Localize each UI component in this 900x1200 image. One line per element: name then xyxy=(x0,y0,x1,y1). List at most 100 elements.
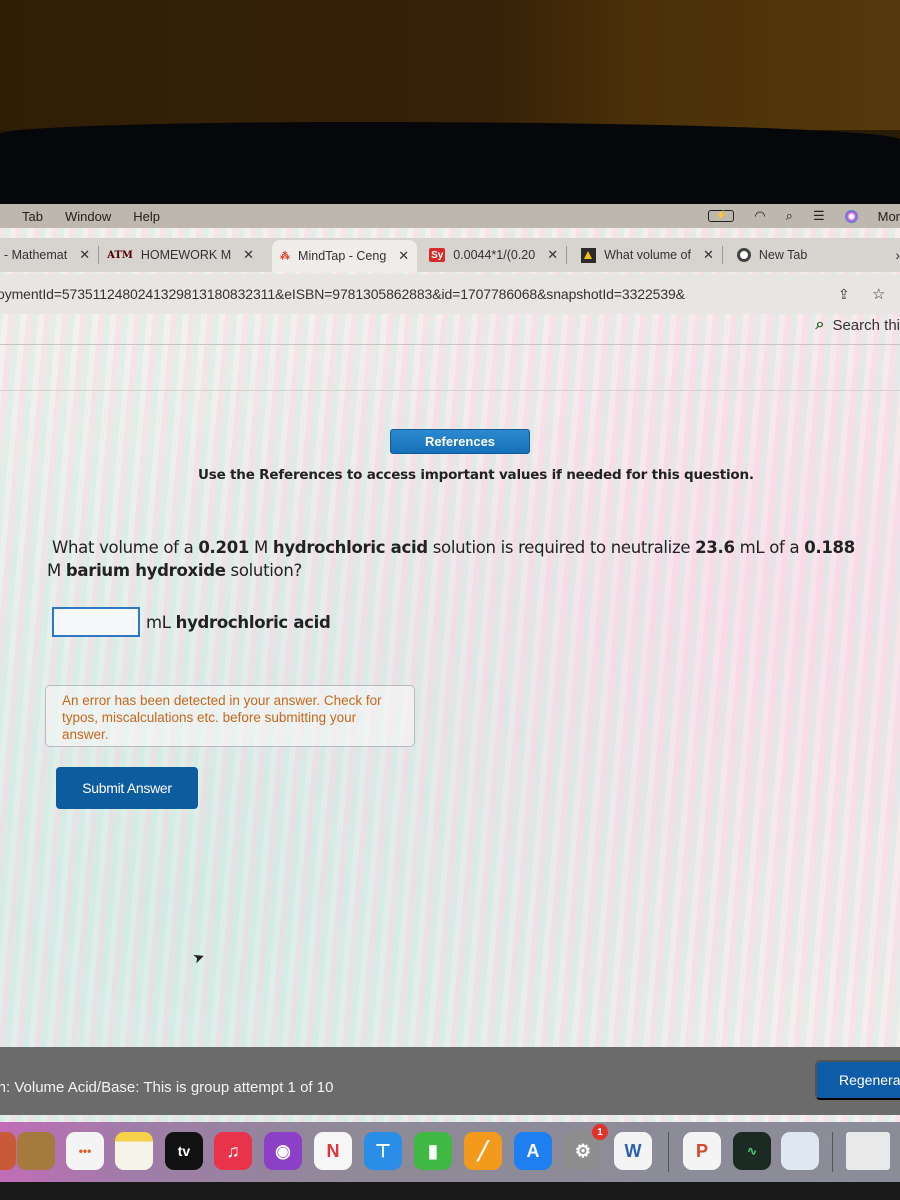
question-fragment: What volume of a xyxy=(52,538,199,557)
divider xyxy=(0,390,900,391)
tab-title: - Mathemat xyxy=(4,248,68,262)
share-icon[interactable]: ⇪ xyxy=(838,286,850,303)
answer-row: mL hydrochloric acid xyxy=(52,607,331,637)
tab-new-tab[interactable]: New Tab xyxy=(729,241,815,269)
tab-title: 0.0044*1/(0.20 xyxy=(453,248,536,262)
dock-notes-icon[interactable] xyxy=(115,1132,153,1170)
close-icon[interactable]: ✕ xyxy=(398,248,409,264)
menu-help[interactable]: Help xyxy=(133,209,160,224)
dock-separator xyxy=(832,1132,833,1172)
question-fragment: solution is required to neutralize xyxy=(427,538,696,557)
tab-symbolab[interactable]: Sy 0.0044*1/(0.20 ✕ xyxy=(421,241,566,269)
chegg-logo-icon xyxy=(581,247,597,263)
dock-apple-tv-icon[interactable]: tv xyxy=(165,1132,203,1170)
references-note: Use the References to access important v… xyxy=(198,467,754,483)
dock-label: A xyxy=(526,1140,540,1161)
tab-overflow-chevron-icon[interactable]: › xyxy=(895,247,900,263)
tamu-logo-icon: ATM xyxy=(107,249,133,261)
dock-app-store-icon[interactable]: A xyxy=(514,1132,552,1170)
dock-label: P xyxy=(695,1140,708,1161)
chrome-logo-icon xyxy=(736,248,751,262)
menu-window[interactable]: Window xyxy=(65,209,111,224)
tab-title: HOMEWORK M xyxy=(140,248,232,262)
question-text: What volume of a 0.201 M hydrochloric ac… xyxy=(47,536,872,582)
search-icon: ⌕ xyxy=(815,316,825,333)
tab-chegg[interactable]: What volume of ✕ xyxy=(573,241,722,269)
dock-label: ♫ xyxy=(226,1140,240,1161)
monitor-bezel xyxy=(0,122,900,208)
dock-keynote-icon[interactable]: ⊤ xyxy=(364,1132,402,1170)
dock-separator xyxy=(668,1132,669,1172)
dock-label: tv xyxy=(177,1143,191,1159)
acid-concentration: 0.201 xyxy=(198,538,250,557)
menu-bar-status: ⚡ ◠ ⌕ ☰ Mor xyxy=(708,204,900,228)
dock-music-icon[interactable]: ♫ xyxy=(214,1132,252,1170)
dock-label: W xyxy=(624,1140,642,1161)
unit-name: hydrochloric acid xyxy=(175,612,331,632)
notification-badge: 1 xyxy=(592,1124,608,1140)
close-icon[interactable]: ✕ xyxy=(79,247,90,263)
menu-overflow-text: Mor xyxy=(877,208,900,224)
close-icon[interactable]: ✕ xyxy=(703,247,714,263)
question-fragment: solution? xyxy=(225,561,303,580)
assignment-footer: ion: Volume Acid/Base: This is group att… xyxy=(0,1047,900,1115)
menu-tab[interactable]: Tab xyxy=(22,209,43,224)
control-center-icon[interactable]: ☰ xyxy=(813,208,825,224)
symbolab-logo-icon: Sy xyxy=(429,248,446,262)
question-fragment: mL of a xyxy=(734,538,805,557)
screen: Tab Window Help ⚡ ◠ ⌕ ☰ Mor - Mathemat ✕… xyxy=(0,204,900,1200)
base-concentration: 0.188 xyxy=(804,538,855,557)
question-fragment: M xyxy=(47,561,66,580)
dock-contacts-icon[interactable] xyxy=(0,1132,16,1170)
wifi-icon[interactable]: ◠ xyxy=(754,208,765,224)
bookmark-star-icon[interactable]: ☆ xyxy=(872,285,885,303)
mindtap-logo-icon: ⁂ xyxy=(280,250,291,262)
tab-homework[interactable]: ATM HOMEWORK M ✕ xyxy=(99,241,262,269)
dock-numbers-icon[interactable]: ▮ xyxy=(414,1132,452,1170)
dock-contacts-icon[interactable] xyxy=(17,1132,55,1170)
dock-reminders-icon[interactable]: ••• xyxy=(66,1132,104,1170)
close-icon[interactable]: ✕ xyxy=(547,247,558,263)
browser-tab-strip: - Mathemat ✕ ATM HOMEWORK M ✕ ⁂ MindTap … xyxy=(0,238,900,272)
siri-icon[interactable] xyxy=(844,209,858,223)
answer-input[interactable] xyxy=(52,607,140,637)
acid-name: hydrochloric acid xyxy=(272,538,428,557)
tab-mathematics[interactable]: - Mathemat ✕ xyxy=(0,241,98,269)
tab-title: MindTap - Ceng xyxy=(298,249,387,263)
base-name: barium hydroxide xyxy=(65,561,226,580)
dock-activity-monitor-icon[interactable]: ∿ xyxy=(733,1132,771,1170)
battery-charging-icon[interactable]: ⚡ xyxy=(708,210,735,222)
dock-word-icon[interactable]: W xyxy=(614,1132,652,1170)
tab-separator xyxy=(566,246,568,264)
submit-answer-button[interactable]: Submit Answer xyxy=(56,767,198,809)
dock-news-icon[interactable]: N xyxy=(314,1132,352,1170)
background-wall xyxy=(0,0,900,130)
references-button[interactable]: References xyxy=(390,429,530,454)
tab-mindtap[interactable]: ⁂ MindTap - Ceng ✕ xyxy=(272,240,418,272)
spotlight-search-icon[interactable]: ⌕ xyxy=(786,208,793,224)
answer-unit: mL hydrochloric acid xyxy=(146,613,331,632)
dock-label: N xyxy=(326,1140,340,1161)
close-icon[interactable]: ✕ xyxy=(243,247,254,263)
dock-pages-icon[interactable]: ╱ xyxy=(464,1132,502,1170)
base-volume: 23.6 xyxy=(695,538,735,557)
dock-icons: ••• tv ♫ ◉ N ⊤ ▮ ╱ A ⚙ 1 W P ∿ xyxy=(0,1124,900,1185)
dock-system-settings-icon[interactable]: ⚙ 1 xyxy=(564,1124,608,1170)
address-bar[interactable]: loymentId=5735112480241329813180832311&e… xyxy=(0,274,900,314)
find-bar[interactable]: ⌕ Search thi xyxy=(815,314,900,336)
dock-preview-icon[interactable] xyxy=(781,1132,819,1170)
tab-title: What volume of xyxy=(604,248,691,262)
url-text[interactable]: loymentId=5735112480241329813180832311&e… xyxy=(0,286,685,302)
question-fragment: M xyxy=(249,538,273,557)
dock-powerpoint-icon[interactable]: P xyxy=(683,1132,721,1170)
regenerate-button[interactable]: Regenerat xyxy=(815,1060,900,1100)
group-attempt-status: ion: Volume Acid/Base: This is group att… xyxy=(0,1079,334,1096)
divider xyxy=(0,344,900,345)
find-bar-label[interactable]: Search thi xyxy=(832,317,900,334)
dock-podcasts-icon[interactable]: ◉ xyxy=(264,1132,302,1170)
menu-bar: Tab Window Help ⚡ ◠ ⌕ ☰ Mor xyxy=(0,204,900,228)
dock-minimized-window-icon[interactable] xyxy=(846,1132,890,1170)
screen-bottom-edge xyxy=(0,1182,900,1200)
tab-separator xyxy=(721,246,723,264)
tab-title: New Tab xyxy=(758,248,808,262)
